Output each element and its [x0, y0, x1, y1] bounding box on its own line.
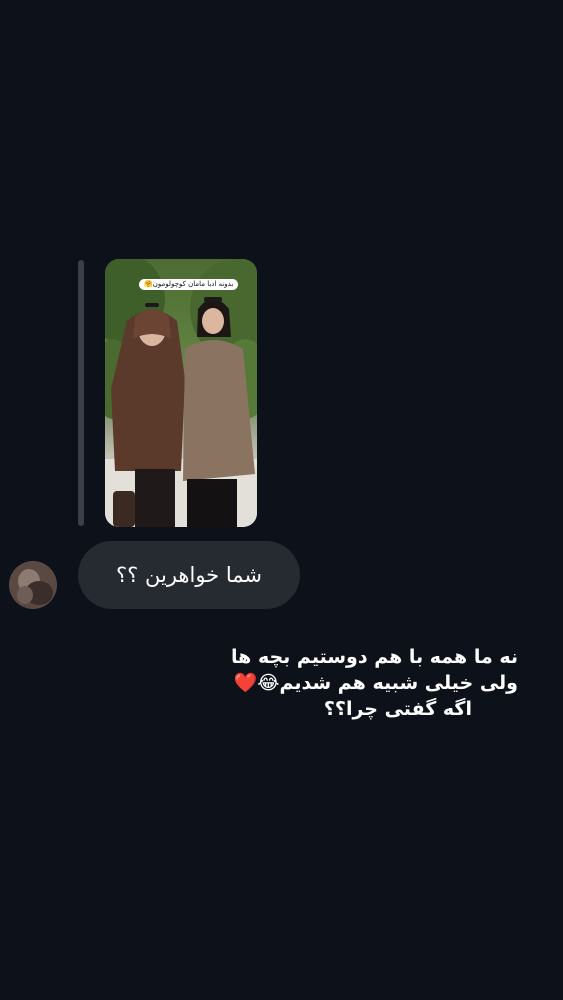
incoming-message-bubble[interactable]: شما خواهرین ؟؟ — [78, 541, 300, 609]
incoming-message-text: شما خواهرین ؟؟ — [116, 563, 262, 587]
overlay-caption: نه ما همه با هم دوستیم بچه ها ولی خیلی ش… — [138, 644, 518, 722]
sender-avatar[interactable] — [9, 561, 57, 609]
story-reply-indicator — [78, 260, 84, 526]
overlay-caption-line: اگه گفتی چرا؟؟ — [323, 698, 472, 720]
overlay-caption-line: ولی خیلی شبیه هم شدیم😂❤️ — [233, 672, 518, 694]
story-photo — [105, 259, 257, 527]
story-reply-thumbnail[interactable]: بدونه ادبا مامان کوچولومون🤗 — [105, 259, 257, 527]
story-caption: بدونه ادبا مامان کوچولومون🤗 — [139, 279, 239, 290]
avatar-image — [9, 561, 57, 609]
overlay-caption-line: نه ما همه با هم دوستیم بچه ها — [231, 646, 518, 668]
chat-screen: بدونه ادبا مامان کوچولومون🤗 شما خواهرین … — [0, 0, 563, 1000]
